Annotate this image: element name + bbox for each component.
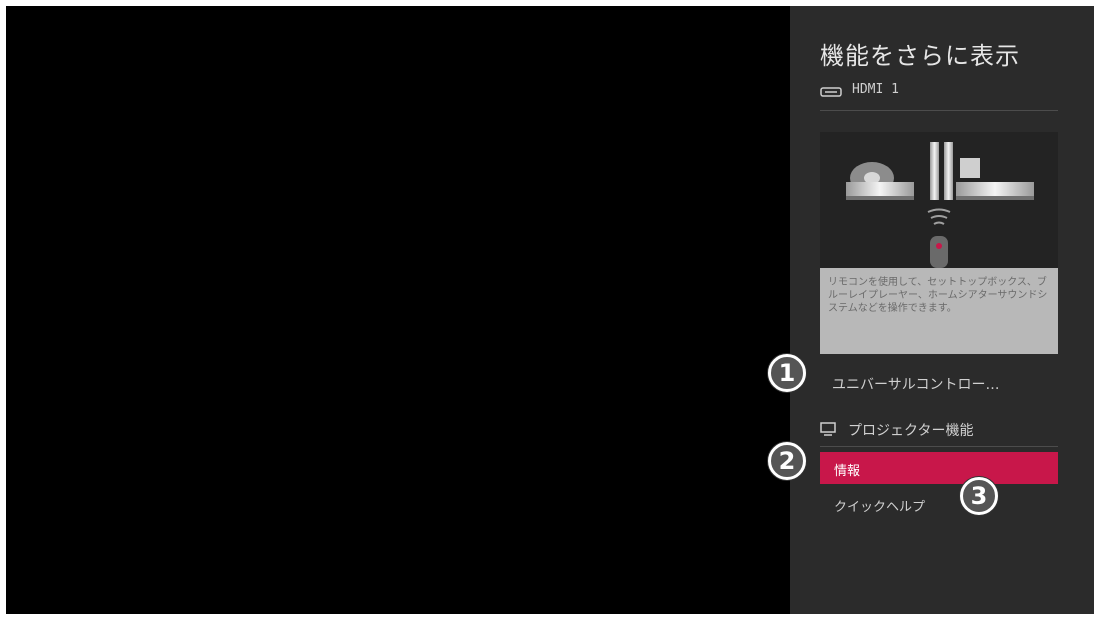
projector-functions-label: プロジェクター機能 — [848, 423, 974, 439]
universal-control-label: ユニバーサルコントロー… — [832, 377, 1000, 393]
quick-help-menu-item[interactable]: クイックヘルプ — [820, 490, 1058, 518]
callout-marker-1: 1 — [768, 354, 806, 392]
input-source-row: HDMI 1 — [820, 82, 1058, 111]
devices-illustration-graphic — [846, 142, 1034, 268]
projector-functions-header: プロジェクター機能 — [820, 416, 1058, 447]
tv-screen: 機能をさらに表示 HDMI 1 リモコンを使用して、セットトップボックス、ブルー… — [6, 6, 1094, 614]
callout-marker-2: 2 — [768, 442, 806, 480]
info-menu-item[interactable]: 情報 — [820, 452, 1058, 484]
universal-control-item[interactable]: ユニバーサルコントロー… — [820, 370, 1058, 396]
callout-marker-3: 3 — [960, 477, 998, 515]
hdmi-icon — [820, 87, 842, 97]
info-menu-label: 情報 — [834, 464, 861, 479]
monitor-icon — [820, 422, 836, 436]
input-source-label: HDMI 1 — [852, 82, 899, 97]
panel-title: 機能をさらに表示 — [820, 42, 1020, 70]
more-functions-panel: 機能をさらに表示 HDMI 1 リモコンを使用して、セットトップボックス、ブルー… — [790, 6, 1094, 614]
quick-help-menu-label: クイックヘルプ — [834, 500, 926, 515]
home-devices-remote-illustration — [820, 132, 1058, 268]
description-text: リモコンを使用して、セットトップボックス、ブルーレイプレーヤー、ホームシアターサ… — [820, 268, 1058, 354]
